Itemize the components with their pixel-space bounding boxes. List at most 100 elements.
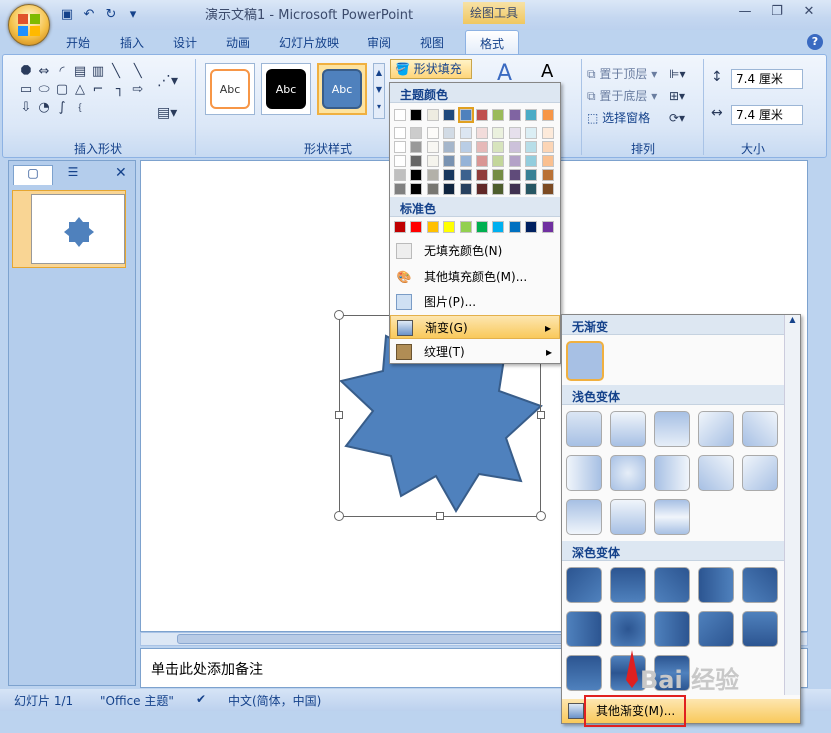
scroll-thumb[interactable] (177, 634, 577, 644)
dark-gradient-option[interactable] (742, 567, 778, 603)
redo-icon[interactable]: ↻ (102, 6, 120, 24)
theme-color-swatch[interactable] (459, 155, 472, 167)
theme-color-swatch[interactable] (525, 183, 538, 195)
theme-color-swatch[interactable] (541, 183, 554, 195)
textbox-icon[interactable]: ▤▾ (157, 105, 177, 121)
theme-color-swatch[interactable] (443, 127, 456, 139)
theme-color-swatch[interactable] (541, 141, 554, 153)
light-gradient-option[interactable] (566, 411, 602, 447)
theme-color-swatch[interactable] (394, 155, 406, 167)
light-gradient-option[interactable] (566, 499, 602, 535)
resize-handle[interactable] (537, 411, 545, 419)
tab-view[interactable]: 视图 (420, 34, 444, 51)
callout-shape-icon[interactable]: ◔ (35, 99, 53, 117)
no-fill-item[interactable]: 无填充颜色(N) (390, 239, 560, 263)
gradient-scrollbar[interactable]: ▲ (784, 315, 800, 695)
outline-tab-icon[interactable]: ☰ (53, 165, 93, 185)
theme-color-swatch[interactable] (394, 141, 406, 153)
theme-color-swatch[interactable] (492, 127, 505, 139)
light-gradient-option[interactable] (610, 411, 646, 447)
resize-handle[interactable] (335, 411, 343, 419)
more-fill-colors-item[interactable]: 🎨 其他填充颜色(M)... (390, 265, 560, 289)
brace-shape-icon[interactable]: ﹛ (71, 99, 89, 117)
light-gradient-option[interactable] (654, 499, 690, 535)
theme-color-swatch[interactable] (394, 109, 406, 121)
standard-color-swatch[interactable] (492, 221, 505, 233)
theme-color-swatch[interactable] (394, 183, 406, 195)
tab-home[interactable]: 开始 (66, 34, 90, 51)
standard-color-swatch[interactable] (394, 221, 406, 233)
theme-color-swatch[interactable] (443, 141, 456, 153)
theme-color-swatch[interactable] (508, 169, 521, 181)
width-field[interactable]: 7.4 厘米 (731, 105, 803, 125)
standard-color-swatch[interactable] (525, 221, 538, 233)
theme-color-swatch[interactable] (476, 127, 488, 139)
theme-color-swatch[interactable] (541, 155, 554, 167)
theme-color-swatch[interactable] (394, 127, 406, 139)
theme-color-swatch[interactable] (426, 169, 439, 181)
down-arrow-shape-icon[interactable]: ⇩ (17, 99, 35, 117)
spellcheck-icon[interactable]: ✔ (196, 692, 206, 706)
standard-color-row[interactable] (394, 221, 558, 235)
theme-color-swatch[interactable] (525, 127, 538, 139)
theme-color-swatch[interactable] (525, 155, 538, 167)
tab-review[interactable]: 审阅 (367, 34, 391, 51)
theme-color-swatch[interactable] (426, 155, 439, 167)
height-field[interactable]: 7.4 厘米 (731, 69, 803, 89)
close-icon[interactable]: ✕ (798, 4, 820, 22)
picture-fill-item[interactable]: 图片(P)... (390, 290, 560, 314)
theme-color-swatch[interactable] (492, 109, 505, 121)
theme-color-swatch[interactable] (410, 155, 423, 167)
dark-gradient-option[interactable] (654, 611, 690, 647)
group-icon[interactable]: ⊞▾ (669, 85, 695, 107)
resize-handle[interactable] (334, 310, 344, 320)
theme-color-swatch[interactable] (426, 141, 439, 153)
theme-color-swatch[interactable] (476, 109, 488, 121)
restore-icon[interactable]: ❐ (766, 4, 788, 22)
triangle-shape-icon[interactable]: △ (71, 81, 89, 99)
minimize-icon[interactable]: — (734, 4, 756, 22)
dark-gradient-option[interactable] (698, 611, 734, 647)
office-button[interactable] (8, 4, 50, 46)
theme-color-swatch[interactable] (541, 127, 554, 139)
style-swatch-blue-selected[interactable]: Abc (317, 63, 367, 115)
theme-color-swatch[interactable] (457, 107, 474, 123)
resize-handle[interactable] (536, 511, 546, 521)
gradient-fill-item[interactable]: 渐变(G) ▸ (390, 315, 560, 339)
dark-gradient-option[interactable] (742, 611, 778, 647)
tab-design[interactable]: 设计 (173, 34, 197, 51)
theme-color-swatch[interactable] (443, 155, 456, 167)
theme-color-swatch[interactable] (525, 109, 538, 121)
texture-fill-item[interactable]: 纹理(T) ▸ (390, 340, 560, 364)
arc-shape-icon[interactable]: ◜ (53, 63, 71, 81)
standard-color-swatch[interactable] (541, 221, 554, 233)
no-gradient-option[interactable] (566, 341, 604, 381)
standard-color-swatch[interactable] (459, 221, 472, 233)
dark-gradient-option[interactable] (698, 567, 734, 603)
slide-thumbnail[interactable] (12, 190, 126, 268)
theme-color-swatch[interactable] (525, 141, 538, 153)
theme-color-swatch[interactable] (410, 109, 423, 121)
arrows-shape-icon[interactable]: ⇔ (35, 63, 53, 81)
shapes-gallery[interactable]: ⯃ ⇔ ◜ ▤ ▥ ╲ ╲▭ ⬭ ▢ △ ⌐ ┐ ⇨⇩ ◔ ∫ ﹛ (17, 63, 149, 117)
style-swatch-black[interactable]: Abc (261, 63, 311, 115)
theme-color-swatch[interactable] (492, 141, 505, 153)
customize-qat-icon[interactable]: ▾ (124, 6, 142, 24)
theme-color-swatch[interactable] (443, 169, 456, 181)
resize-handle[interactable] (334, 511, 344, 521)
light-gradient-option[interactable] (566, 455, 602, 491)
dark-gradient-option[interactable] (566, 655, 602, 691)
light-gradient-option[interactable] (610, 499, 646, 535)
theme-color-swatch[interactable] (508, 155, 521, 167)
theme-color-swatch[interactable] (508, 109, 521, 121)
line2-shape-icon[interactable]: ╲ (129, 63, 147, 81)
theme-color-swatch[interactable] (443, 109, 456, 121)
close-pane-icon[interactable]: ✕ (115, 165, 127, 181)
right-arrow-shape-icon[interactable]: ⇨ (129, 81, 147, 99)
theme-color-grid[interactable] (394, 107, 558, 195)
standard-color-swatch[interactable] (443, 221, 456, 233)
theme-color-swatch[interactable] (492, 169, 505, 181)
standard-color-swatch[interactable] (426, 221, 439, 233)
tab-insert[interactable]: 插入 (120, 34, 144, 51)
rounded-rect-shape-icon[interactable]: ▢ (53, 81, 71, 99)
